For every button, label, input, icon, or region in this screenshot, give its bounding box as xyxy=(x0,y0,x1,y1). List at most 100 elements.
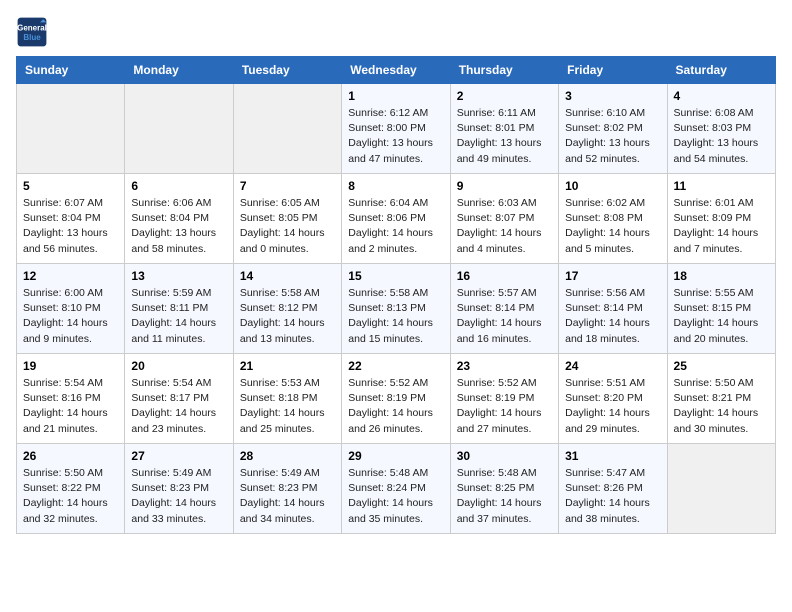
day-info: Sunrise: 5:47 AMSunset: 8:26 PMDaylight:… xyxy=(565,466,660,527)
day-number: 31 xyxy=(565,449,660,463)
day-info: Sunrise: 6:10 AMSunset: 8:02 PMDaylight:… xyxy=(565,106,660,167)
day-info: Sunrise: 6:04 AMSunset: 8:06 PMDaylight:… xyxy=(348,196,443,257)
calendar-table: SundayMondayTuesdayWednesdayThursdayFrid… xyxy=(16,56,776,534)
day-info: Sunrise: 5:57 AMSunset: 8:14 PMDaylight:… xyxy=(457,286,552,347)
day-number: 4 xyxy=(674,89,769,103)
calendar-cell xyxy=(17,84,125,174)
svg-text:General: General xyxy=(17,23,47,32)
calendar-cell xyxy=(667,444,775,534)
day-number: 28 xyxy=(240,449,335,463)
day-info: Sunrise: 6:02 AMSunset: 8:08 PMDaylight:… xyxy=(565,196,660,257)
week-row-1: 1 Sunrise: 6:12 AMSunset: 8:00 PMDaylight… xyxy=(17,84,776,174)
day-number: 16 xyxy=(457,269,552,283)
header-friday: Friday xyxy=(559,57,667,84)
week-row-3: 12Sunrise: 6:00 AMSunset: 8:10 PMDayligh… xyxy=(17,264,776,354)
week-row-2: 5 Sunrise: 6:07 AMSunset: 8:04 PMDaylight… xyxy=(17,174,776,264)
calendar-cell: 27 Sunrise: 5:49 AMSunset: 8:23 PMDayligh… xyxy=(125,444,233,534)
day-number: 5 xyxy=(23,179,118,193)
logo: General Blue xyxy=(16,16,52,48)
day-info: Sunrise: 6:07 AMSunset: 8:04 PMDaylight:… xyxy=(23,196,118,257)
day-number: 1 xyxy=(348,89,443,103)
logo-icon: General Blue xyxy=(16,16,48,48)
calendar-cell: 6Sunrise: 6:06 AMSunset: 8:04 PMDaylight… xyxy=(125,174,233,264)
day-info: Sunrise: 5:59 AMSunset: 8:11 PMDaylight:… xyxy=(131,286,226,347)
day-number: 19 xyxy=(23,359,118,373)
calendar-cell: 25 Sunrise: 5:50 AMSunset: 8:21 PMDayligh… xyxy=(667,354,775,444)
day-number: 20 xyxy=(131,359,226,373)
calendar-cell: 13 Sunrise: 5:59 AMSunset: 8:11 PMDayligh… xyxy=(125,264,233,354)
day-number: 25 xyxy=(674,359,769,373)
day-info: Sunrise: 5:48 AMSunset: 8:24 PMDaylight:… xyxy=(348,466,443,527)
day-number: 6 xyxy=(131,179,226,193)
header-sunday: Sunday xyxy=(17,57,125,84)
day-info: Sunrise: 5:49 AMSunset: 8:23 PMDaylight:… xyxy=(240,466,335,527)
calendar-cell: 8Sunrise: 6:04 AMSunset: 8:06 PMDaylight… xyxy=(342,174,450,264)
calendar-cell: 4 Sunrise: 6:08 AMSunset: 8:03 PMDaylight… xyxy=(667,84,775,174)
day-info: Sunrise: 5:49 AMSunset: 8:23 PMDaylight:… xyxy=(131,466,226,527)
day-info: Sunrise: 5:53 AMSunset: 8:18 PMDaylight:… xyxy=(240,376,335,437)
calendar-cell: 18 Sunrise: 5:55 AMSunset: 8:15 PMDayligh… xyxy=(667,264,775,354)
calendar-cell: 28 Sunrise: 5:49 AMSunset: 8:23 PMDayligh… xyxy=(233,444,341,534)
header-thursday: Thursday xyxy=(450,57,558,84)
day-info: Sunrise: 5:54 AMSunset: 8:17 PMDaylight:… xyxy=(131,376,226,437)
calendar-cell: 23 Sunrise: 5:52 AMSunset: 8:19 PMDayligh… xyxy=(450,354,558,444)
day-number: 17 xyxy=(565,269,660,283)
calendar-cell: 29 Sunrise: 5:48 AMSunset: 8:24 PMDayligh… xyxy=(342,444,450,534)
day-info: Sunrise: 5:56 AMSunset: 8:14 PMDaylight:… xyxy=(565,286,660,347)
day-number: 26 xyxy=(23,449,118,463)
day-number: 10 xyxy=(565,179,660,193)
calendar-cell: 31 Sunrise: 5:47 AMSunset: 8:26 PMDayligh… xyxy=(559,444,667,534)
day-number: 13 xyxy=(131,269,226,283)
calendar-cell xyxy=(233,84,341,174)
day-number: 27 xyxy=(131,449,226,463)
calendar-cell: 7Sunrise: 6:05 AMSunset: 8:05 PMDaylight… xyxy=(233,174,341,264)
header-tuesday: Tuesday xyxy=(233,57,341,84)
day-number: 21 xyxy=(240,359,335,373)
day-info: Sunrise: 6:05 AMSunset: 8:05 PMDaylight:… xyxy=(240,196,335,257)
day-info: Sunrise: 5:58 AMSunset: 8:13 PMDaylight:… xyxy=(348,286,443,347)
day-info: Sunrise: 6:08 AMSunset: 8:03 PMDaylight:… xyxy=(674,106,769,167)
day-info: Sunrise: 6:01 AMSunset: 8:09 PMDaylight:… xyxy=(674,196,769,257)
calendar-cell: 21 Sunrise: 5:53 AMSunset: 8:18 PMDayligh… xyxy=(233,354,341,444)
day-number: 23 xyxy=(457,359,552,373)
day-info: Sunrise: 5:55 AMSunset: 8:15 PMDaylight:… xyxy=(674,286,769,347)
calendar-cell: 5 Sunrise: 6:07 AMSunset: 8:04 PMDaylight… xyxy=(17,174,125,264)
calendar-cell: 15 Sunrise: 5:58 AMSunset: 8:13 PMDayligh… xyxy=(342,264,450,354)
calendar-cell xyxy=(125,84,233,174)
calendar-cell: 24Sunrise: 5:51 AMSunset: 8:20 PMDayligh… xyxy=(559,354,667,444)
day-number: 15 xyxy=(348,269,443,283)
calendar-cell: 14Sunrise: 5:58 AMSunset: 8:12 PMDayligh… xyxy=(233,264,341,354)
day-info: Sunrise: 5:50 AMSunset: 8:21 PMDaylight:… xyxy=(674,376,769,437)
day-number: 11 xyxy=(674,179,769,193)
header-monday: Monday xyxy=(125,57,233,84)
calendar-cell: 10 Sunrise: 6:02 AMSunset: 8:08 PMDayligh… xyxy=(559,174,667,264)
calendar-cell: 2 Sunrise: 6:11 AMSunset: 8:01 PMDaylight… xyxy=(450,84,558,174)
calendar-cell: 1 Sunrise: 6:12 AMSunset: 8:00 PMDaylight… xyxy=(342,84,450,174)
header-wednesday: Wednesday xyxy=(342,57,450,84)
day-number: 3 xyxy=(565,89,660,103)
day-info: Sunrise: 5:52 AMSunset: 8:19 PMDaylight:… xyxy=(457,376,552,437)
day-info: Sunrise: 5:54 AMSunset: 8:16 PMDaylight:… xyxy=(23,376,118,437)
calendar-cell: 16 Sunrise: 5:57 AMSunset: 8:14 PMDayligh… xyxy=(450,264,558,354)
calendar-cell: 19 Sunrise: 5:54 AMSunset: 8:16 PMDayligh… xyxy=(17,354,125,444)
calendar-cell: 20 Sunrise: 5:54 AMSunset: 8:17 PMDayligh… xyxy=(125,354,233,444)
day-info: Sunrise: 6:11 AMSunset: 8:01 PMDaylight:… xyxy=(457,106,552,167)
day-number: 22 xyxy=(348,359,443,373)
day-number: 29 xyxy=(348,449,443,463)
calendar-cell: 26 Sunrise: 5:50 AMSunset: 8:22 PMDayligh… xyxy=(17,444,125,534)
calendar-cell: 3 Sunrise: 6:10 AMSunset: 8:02 PMDaylight… xyxy=(559,84,667,174)
day-number: 18 xyxy=(674,269,769,283)
calendar-cell: 17 Sunrise: 5:56 AMSunset: 8:14 PMDayligh… xyxy=(559,264,667,354)
day-number: 24 xyxy=(565,359,660,373)
day-number: 2 xyxy=(457,89,552,103)
header-saturday: Saturday xyxy=(667,57,775,84)
day-info: Sunrise: 5:58 AMSunset: 8:12 PMDaylight:… xyxy=(240,286,335,347)
day-info: Sunrise: 5:52 AMSunset: 8:19 PMDaylight:… xyxy=(348,376,443,437)
week-row-4: 19 Sunrise: 5:54 AMSunset: 8:16 PMDayligh… xyxy=(17,354,776,444)
day-number: 9 xyxy=(457,179,552,193)
day-info: Sunrise: 6:12 AMSunset: 8:00 PMDaylight:… xyxy=(348,106,443,167)
svg-text:Blue: Blue xyxy=(23,33,41,42)
day-info: Sunrise: 6:00 AMSunset: 8:10 PMDaylight:… xyxy=(23,286,118,347)
day-info: Sunrise: 5:48 AMSunset: 8:25 PMDaylight:… xyxy=(457,466,552,527)
day-info: Sunrise: 5:50 AMSunset: 8:22 PMDaylight:… xyxy=(23,466,118,527)
